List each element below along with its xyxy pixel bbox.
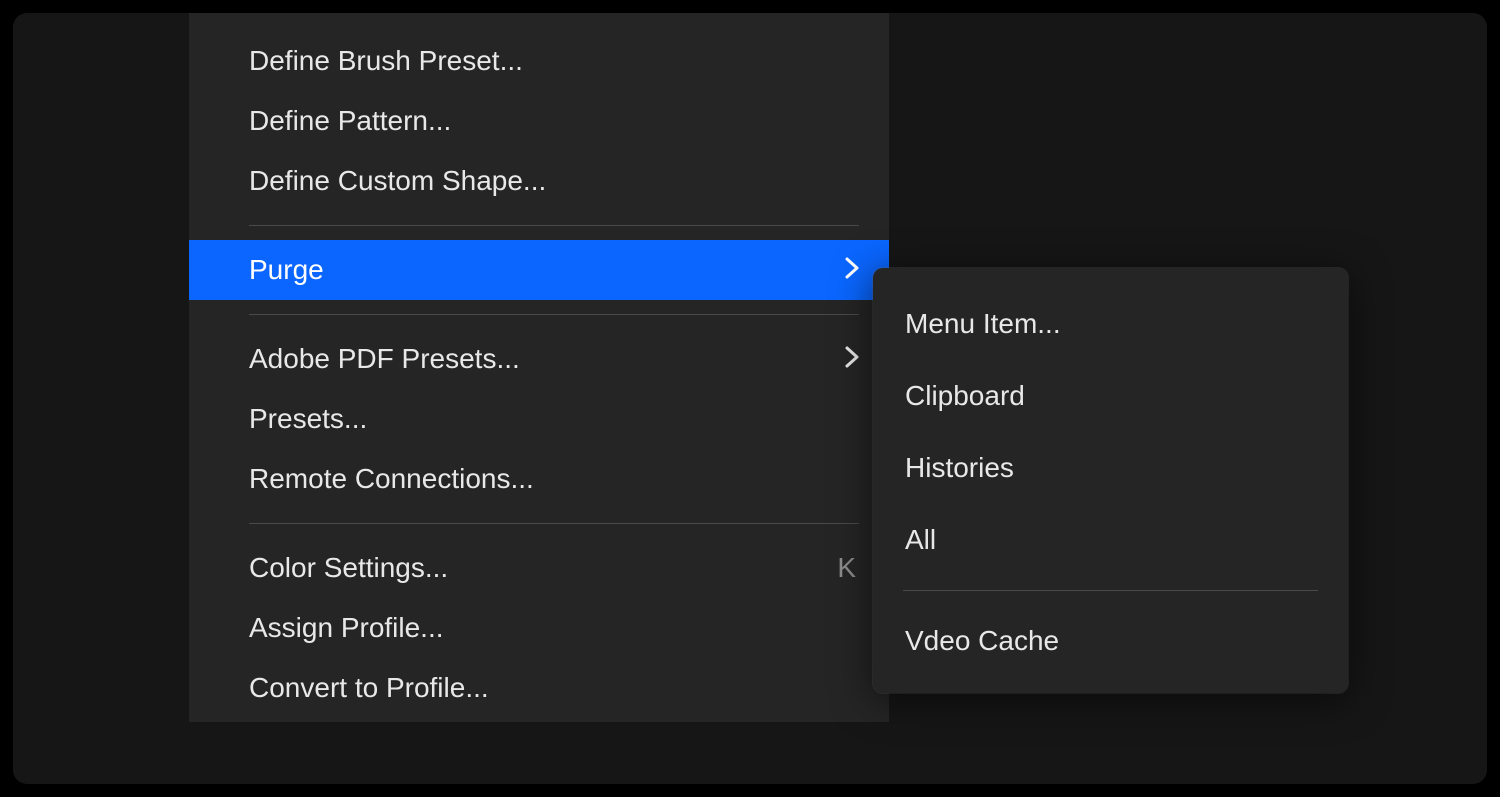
menu-item-remote-connections[interactable]: Remote Connections... [189, 449, 889, 509]
chevron-right-icon [845, 344, 859, 375]
menu-item-purge[interactable]: Purge [189, 240, 889, 300]
menu-item-adobe-pdf-presets[interactable]: Adobe PDF Presets... [189, 329, 889, 389]
menu-separator [249, 314, 859, 315]
menu-item-label: Define Pattern... [249, 105, 451, 137]
submenu-item-all[interactable]: All [873, 504, 1348, 576]
menu-separator [903, 590, 1318, 591]
menu-item-color-settings[interactable]: Color Settings... K [189, 538, 889, 598]
submenu-item-video-cache[interactable]: Vdeo Cache [873, 605, 1348, 677]
menu-item-label: Adobe PDF Presets... [249, 343, 520, 375]
menu-item-label: All [905, 524, 936, 556]
menu-item-label: Histories [905, 452, 1014, 484]
menu-item-label: Define Brush Preset... [249, 45, 523, 77]
edit-menu-dropdown: Define Brush Preset... Define Pattern...… [189, 13, 889, 722]
menu-item-label: Clipboard [905, 380, 1025, 412]
menu-separator [249, 523, 859, 524]
menu-item-label: Assign Profile... [249, 612, 444, 644]
menu-item-define-brush-preset[interactable]: Define Brush Preset... [189, 31, 889, 91]
menu-item-assign-profile[interactable]: Assign Profile... [189, 598, 889, 658]
menu-item-label: Vdeo Cache [905, 625, 1059, 657]
submenu-item-histories[interactable]: Histories [873, 432, 1348, 504]
menu-item-label: Remote Connections... [249, 463, 534, 495]
submenu-item-clipboard[interactable]: Clipboard [873, 360, 1348, 432]
menu-item-label: Presets... [249, 403, 367, 435]
app-background: Define Brush Preset... Define Pattern...… [13, 13, 1487, 784]
menu-item-presets[interactable]: Presets... [189, 389, 889, 449]
purge-submenu: Menu Item... Clipboard Histories All Vde… [873, 268, 1348, 693]
menu-separator [249, 225, 859, 226]
menu-item-define-pattern[interactable]: Define Pattern... [189, 91, 889, 151]
menu-item-convert-to-profile[interactable]: Convert to Profile... [189, 658, 889, 718]
submenu-item-menu-item[interactable]: Menu Item... [873, 288, 1348, 360]
menu-item-label: Define Custom Shape... [249, 165, 546, 197]
chevron-right-icon [845, 255, 859, 286]
menu-item-label: Menu Item... [905, 308, 1061, 340]
menu-item-label: Convert to Profile... [249, 672, 489, 704]
menu-shortcut: K [837, 552, 859, 584]
menu-item-label: Color Settings... [249, 552, 448, 584]
menu-item-label: Purge [249, 254, 324, 286]
menu-item-define-custom-shape[interactable]: Define Custom Shape... [189, 151, 889, 211]
